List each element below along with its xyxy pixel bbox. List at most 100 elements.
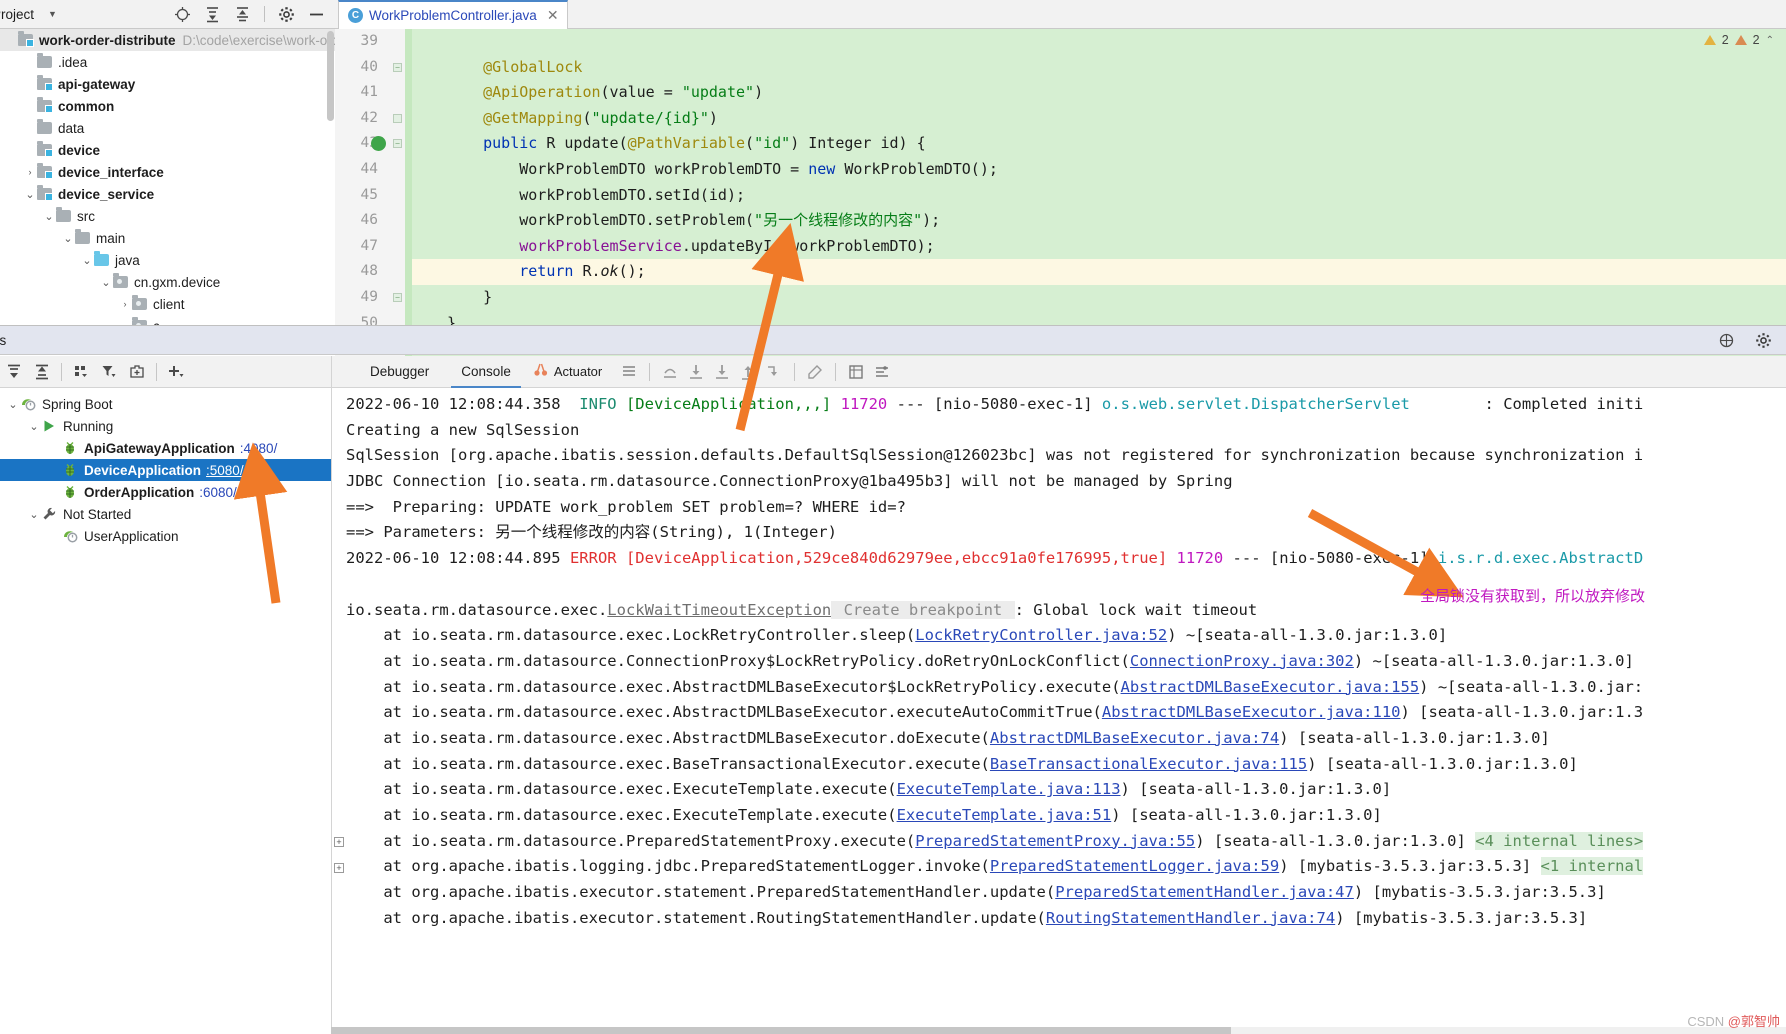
console-file-link[interactable]: PreparedStatementProxy.java:55	[915, 832, 1195, 850]
inspection-widget[interactable]: 2 2 ⌃	[1703, 33, 1774, 47]
chevron-down-icon[interactable]: ⌄	[27, 420, 41, 433]
run-config-row[interactable]: ⌄ Spring Boot	[0, 393, 331, 415]
project-tree-row[interactable]: ›.idea	[0, 51, 335, 73]
console-log-line[interactable]: at io.seata.rm.datasource.exec.BaseTrans…	[346, 752, 1786, 778]
locate-icon[interactable]	[174, 6, 191, 23]
step-into-icon[interactable]	[683, 359, 709, 385]
console-log-line[interactable]: at org.apache.ibatis.logging.jdbc.Prepar…	[346, 854, 1786, 880]
exception-class-link[interactable]: LockWaitTimeoutException	[607, 601, 831, 619]
step-out-icon[interactable]	[657, 359, 683, 385]
project-tree-row[interactable]: ⌄ main	[0, 227, 335, 249]
force-step-into-icon[interactable]	[709, 359, 735, 385]
console-log-line[interactable]: at io.seata.rm.datasource.exec.AbstractD…	[346, 700, 1786, 726]
code-line[interactable]: WorkProblemDTO workProblemDTO = new Work…	[405, 157, 1786, 183]
console-log-line[interactable]: 2022-06-10 12:08:44.895 ERROR [DeviceApp…	[346, 546, 1786, 572]
stack-expander-icon[interactable]: +	[334, 862, 344, 873]
run-config-row[interactable]: ⌄OrderApplication:6080/	[0, 481, 331, 503]
project-tree-row[interactable]: ›device	[0, 139, 335, 161]
code-line[interactable]: @GlobalLock	[405, 55, 1786, 81]
project-tree-row[interactable]: › device_interface	[0, 161, 335, 183]
console-log-line[interactable]: Creating a new SqlSession	[346, 418, 1786, 444]
console-log-line[interactable]: ==> Preparing: UPDATE work_problem SET p…	[346, 495, 1786, 521]
chevron-up-icon[interactable]: ⌃	[1766, 35, 1774, 46]
collapse-all-icon[interactable]	[234, 6, 251, 23]
console-file-link[interactable]: PreparedStatementHandler.java:47	[1055, 883, 1354, 901]
new-tab-icon[interactable]	[123, 359, 151, 385]
chevron-down-icon[interactable]: ⌄	[80, 254, 94, 267]
code-editor[interactable]: @GlobalLock @ApiOperation(value = "updat…	[335, 29, 1786, 358]
console-file-link[interactable]: ExecuteTemplate.java:113	[897, 780, 1121, 798]
project-tree-row[interactable]: ›work-order-distributeD:\code\exercise\w…	[0, 29, 335, 51]
close-icon[interactable]: ✕	[547, 7, 559, 24]
chevron-right-icon[interactable]: ›	[118, 299, 132, 309]
console-log-line[interactable]: at io.seata.rm.datasource.exec.ExecuteTe…	[346, 803, 1786, 829]
console-log-line[interactable]: at io.seata.rm.datasource.PreparedStatem…	[346, 829, 1786, 855]
project-tree-row[interactable]: ⌄ cn.gxm.device	[0, 271, 335, 293]
project-tree-row[interactable]: ›data	[0, 117, 335, 139]
console-log-line[interactable]: SqlSession [org.apache.ibatis.session.de…	[346, 443, 1786, 469]
soft-wrap-icon[interactable]	[616, 359, 642, 385]
console-log-line[interactable]: at io.seata.rm.datasource.exec.ExecuteTe…	[346, 777, 1786, 803]
code-line[interactable]: workProblemDTO.setId(id);	[405, 183, 1786, 209]
run-config-port-link[interactable]: :4080/	[240, 441, 278, 456]
expand-all-icon[interactable]	[204, 6, 221, 23]
chevron-right-icon[interactable]: ›	[23, 167, 37, 177]
console-output[interactable]: 2022-06-10 12:08:44.358 INFO [DeviceAppl…	[332, 388, 1786, 1034]
console-file-link[interactable]: ConnectionProxy.java:302	[1130, 652, 1354, 670]
code-line[interactable]	[405, 29, 1786, 55]
settings-gear-icon[interactable]	[1755, 332, 1772, 349]
fold-collapse-icon[interactable]: −	[393, 62, 402, 72]
chevron-down-icon[interactable]: ⌄	[6, 398, 20, 411]
project-tree-row[interactable]: ›api-gateway	[0, 73, 335, 95]
fold-collapse-icon[interactable]: −	[393, 139, 402, 149]
console-tab-debugger[interactable]: Debugger	[354, 356, 445, 388]
run-config-port-link[interactable]: :6080/	[199, 485, 237, 500]
chevron-down-icon[interactable]: ▼	[48, 9, 57, 19]
project-tree[interactable]: › work-order-distribute D:\code\exercise\w…	[0, 29, 335, 329]
console-tab-actuator[interactable]: Actuator	[527, 362, 616, 381]
add-icon[interactable]	[162, 359, 190, 385]
run-config-row[interactable]: ⌄ApiGatewayApplication:4080/	[0, 437, 331, 459]
run-config-row[interactable]: ⌄DeviceApplication:5080/	[0, 459, 331, 481]
project-tree-row[interactable]: ⌄ device_service	[0, 183, 335, 205]
console-log-line[interactable]: 2022-06-10 12:08:44.358 INFO [DeviceAppl…	[346, 392, 1786, 418]
console-file-link[interactable]: LockRetryController.java:52	[915, 626, 1167, 644]
console-file-link[interactable]: ExecuteTemplate.java:51	[897, 806, 1112, 824]
console-log-line[interactable]: at io.seata.rm.datasource.ConnectionProx…	[346, 649, 1786, 675]
run-config-row[interactable]: ⌄ Running	[0, 415, 331, 437]
console-tab-console[interactable]: Console	[445, 356, 527, 388]
project-tree-row[interactable]: ⌄ java	[0, 249, 335, 271]
step-up-icon[interactable]	[735, 359, 761, 385]
project-tree-row[interactable]: ⌄ src	[0, 205, 335, 227]
settings-list-icon[interactable]	[869, 359, 895, 385]
console-log-line[interactable]: JDBC Connection [io.seata.rm.datasource.…	[346, 469, 1786, 495]
project-tree-scrollbar[interactable]	[327, 31, 334, 121]
group-icon[interactable]	[67, 359, 95, 385]
chevron-down-icon[interactable]: ⌄	[61, 232, 75, 245]
run-config-port-link[interactable]: :5080/	[206, 463, 244, 478]
console-hscrollbar[interactable]	[331, 1027, 1786, 1034]
console-file-link[interactable]: PreparedStatementLogger.java:59	[990, 857, 1279, 875]
editor-tab-workproblemcontroller[interactable]: C WorkProblemController.java ✕	[338, 0, 568, 29]
mute-breakpoints-icon[interactable]	[843, 359, 869, 385]
console-log-line[interactable]: ==> Parameters: 另一个线程修改的内容(String), 1(In…	[346, 520, 1786, 546]
hide-icon[interactable]	[308, 6, 325, 23]
fold-end-icon[interactable]	[393, 113, 402, 123]
console-hscroll-thumb[interactable]	[331, 1027, 1231, 1034]
chevron-down-icon[interactable]: ⌄	[42, 210, 56, 223]
console-log-line[interactable]: at io.seata.rm.datasource.exec.AbstractD…	[346, 726, 1786, 752]
code-line[interactable]: public R update(@PathVariable("id") Inte…	[405, 131, 1786, 157]
run-config-row[interactable]: ⌄ Not Started	[0, 503, 331, 525]
console-log-line[interactable]: at io.seata.rm.datasource.exec.LockRetry…	[346, 623, 1786, 649]
console-file-link[interactable]: AbstractDMLBaseExecutor.java:74	[990, 729, 1279, 747]
chevron-down-icon[interactable]: ⌄	[99, 276, 113, 289]
console-file-link[interactable]: BaseTransactionalExecutor.java:115	[990, 755, 1307, 773]
stack-expander-icon[interactable]: +	[334, 836, 344, 847]
console-log-line[interactable]: at org.apache.ibatis.executor.statement.…	[346, 880, 1786, 906]
code-line[interactable]: return R.ok();	[405, 259, 1786, 285]
collapse-all-icon[interactable]	[28, 359, 56, 385]
console-file-link[interactable]: RoutingStatementHandler.java:74	[1046, 909, 1335, 927]
code-line[interactable]: @GetMapping("update/{id}")	[405, 106, 1786, 132]
code-line[interactable]: }	[405, 285, 1786, 311]
editor-fold-column[interactable]: − − −	[391, 29, 405, 358]
